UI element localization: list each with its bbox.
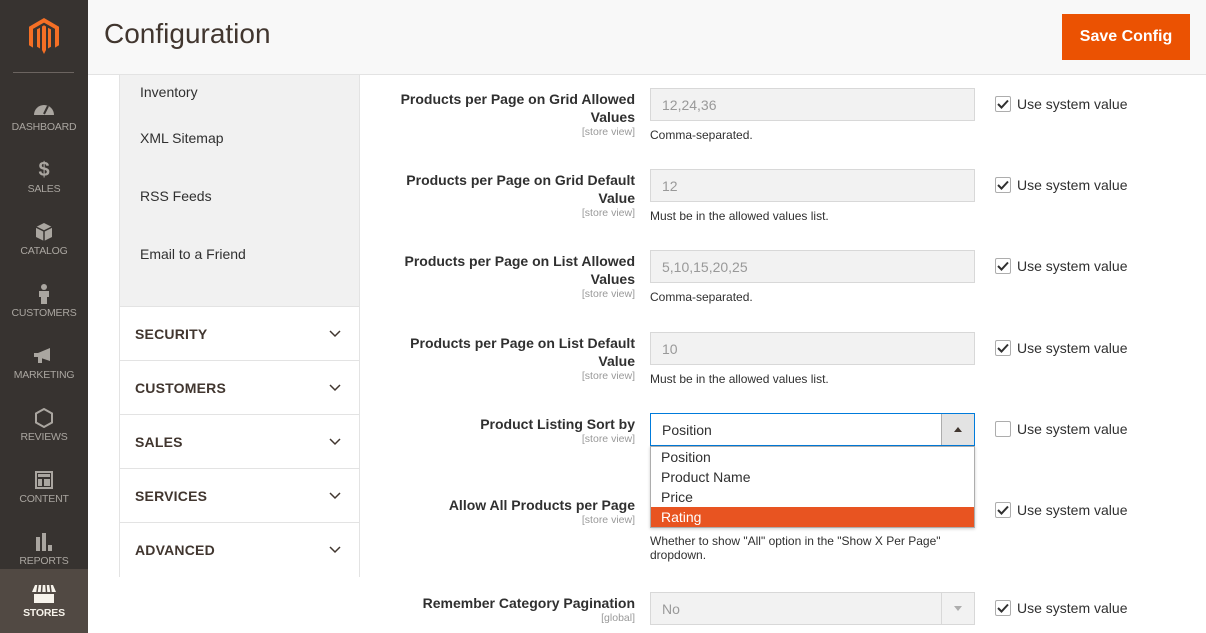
magento-logo-icon [29, 18, 59, 54]
select-arrow-up-icon[interactable] [941, 414, 974, 445]
save-config-button[interactable]: Save Config [1062, 14, 1190, 60]
chevron-down-icon [329, 383, 341, 391]
field-label: Products per Page on List Allowed Values… [380, 252, 635, 300]
checkbox-checked-icon [995, 600, 1011, 616]
section-services[interactable]: SERVICES [120, 469, 359, 523]
list-allowed-values-input[interactable]: 5,10,15,20,25 [650, 250, 975, 283]
checkbox-checked-icon [995, 177, 1011, 193]
use-system-value-checkbox[interactable]: Use system value [995, 502, 1127, 518]
chevron-down-icon [329, 546, 341, 554]
remember-pagination-select[interactable]: No [650, 592, 975, 625]
grid-default-value-input[interactable]: 12 [650, 169, 975, 202]
hexagon-icon [35, 407, 53, 429]
field-label: Remember Category Pagination [global] [380, 594, 635, 624]
field-note: Must be in the allowed values list. [650, 372, 829, 386]
scope-label: [store view] [581, 370, 635, 382]
scope-label: [store view] [581, 288, 635, 300]
chevron-down-icon [329, 437, 341, 445]
tab-rss-feeds[interactable]: RSS Feeds [120, 167, 359, 225]
scope-label: [store view] [581, 207, 635, 219]
nav-item-customers[interactable]: CUSTOMERS [0, 270, 88, 332]
field-note: Comma-separated. [650, 290, 753, 304]
dashboard-icon [33, 97, 55, 119]
sort-by-options-list: Position Product Name Price Rating [650, 446, 975, 528]
scope-label: [store view] [581, 514, 635, 526]
field-note: Comma-separated. [650, 128, 753, 142]
page-title: Configuration [104, 18, 271, 49]
field-row-remember-pagination: Remember Category Pagination [global] No… [380, 592, 1180, 632]
field-row-list-allowed: Products per Page on List Allowed Values… [380, 250, 1180, 320]
nav-item-reviews[interactable]: REVIEWS [0, 394, 88, 456]
field-label: Product Listing Sort by [store view] [380, 415, 635, 445]
field-note: Must be in the allowed values list. [650, 209, 829, 223]
field-label: Products per Page on Grid Default Value … [380, 171, 635, 219]
admin-sidebar: DASHBOARD $ SALES CATALOG CUSTOMERS MARK… [0, 0, 88, 633]
field-label: Allow All Products per Page [store view] [380, 496, 635, 526]
use-system-value-checkbox[interactable]: Use system value [995, 96, 1127, 112]
use-system-value-checkbox[interactable]: Use system value [995, 600, 1127, 616]
nav-item-dashboard[interactable]: DASHBOARD [0, 84, 88, 146]
checkbox-checked-icon [995, 258, 1011, 274]
nav-item-content[interactable]: CONTENT [0, 456, 88, 518]
box-icon [36, 221, 52, 243]
section-advanced[interactable]: ADVANCED [120, 523, 359, 577]
bar-chart-icon [35, 531, 53, 553]
nav-item-sales[interactable]: $ SALES [0, 146, 88, 208]
option-position[interactable]: Position [651, 447, 974, 467]
section-security[interactable]: SECURITY [120, 307, 359, 361]
section-sales[interactable]: SALES [120, 415, 359, 469]
checkbox-checked-icon [995, 340, 1011, 356]
nav-item-stores[interactable]: STORES [0, 569, 88, 633]
dollar-icon: $ [38, 158, 50, 181]
field-note: Whether to show "All" option in the "Sho… [650, 534, 941, 562]
checkbox-checked-icon [995, 502, 1011, 518]
config-tabs: Inventory XML Sitemap RSS Feeds Email to… [119, 75, 360, 577]
field-label: Products per Page on List Default Value … [380, 334, 635, 382]
scope-label: [store view] [581, 126, 635, 138]
select-arrow-down-icon [941, 593, 974, 624]
checkbox-unchecked-icon [995, 421, 1011, 437]
field-row-list-default: Products per Page on List Default Value … [380, 332, 1180, 402]
checkbox-checked-icon [995, 96, 1011, 112]
tab-email-to-a-friend[interactable]: Email to a Friend [120, 225, 359, 283]
nav-item-catalog[interactable]: CATALOG [0, 208, 88, 270]
sort-by-select[interactable]: Position [650, 413, 975, 446]
option-rating[interactable]: Rating [651, 507, 974, 527]
tab-inventory[interactable]: Inventory [120, 75, 359, 109]
use-system-value-checkbox[interactable]: Use system value [995, 340, 1127, 356]
scope-label: [store view] [581, 433, 635, 445]
storefront-icon [32, 583, 56, 605]
chevron-down-icon [329, 491, 341, 499]
scope-label: [global] [601, 612, 635, 624]
field-label: Products per Page on Grid Allowed Values… [380, 90, 635, 138]
option-product-name[interactable]: Product Name [651, 467, 974, 487]
magento-logo[interactable] [0, 0, 88, 72]
option-price[interactable]: Price [651, 487, 974, 507]
catalog-subitems: Inventory XML Sitemap RSS Feeds Email to… [120, 75, 359, 307]
section-customers[interactable]: CUSTOMERS [120, 361, 359, 415]
person-icon [38, 283, 50, 305]
use-system-value-checkbox[interactable]: Use system value [995, 258, 1127, 274]
layout-icon [35, 469, 53, 491]
nav-item-marketing[interactable]: MARKETING [0, 332, 88, 394]
use-system-value-checkbox[interactable]: Use system value [995, 177, 1127, 193]
chevron-down-icon [329, 329, 341, 337]
megaphone-icon [34, 345, 54, 367]
logo-divider [13, 72, 74, 73]
field-row-grid-default: Products per Page on Grid Default Value … [380, 169, 1180, 239]
list-default-value-input[interactable]: 10 [650, 332, 975, 365]
grid-allowed-values-input[interactable]: 12,24,36 [650, 88, 975, 121]
tab-xml-sitemap[interactable]: XML Sitemap [120, 109, 359, 167]
page-header: Configuration Save Config [88, 0, 1206, 75]
use-system-value-checkbox[interactable]: Use system value [995, 421, 1127, 437]
field-row-grid-allowed: Products per Page on Grid Allowed Values… [380, 88, 1180, 158]
